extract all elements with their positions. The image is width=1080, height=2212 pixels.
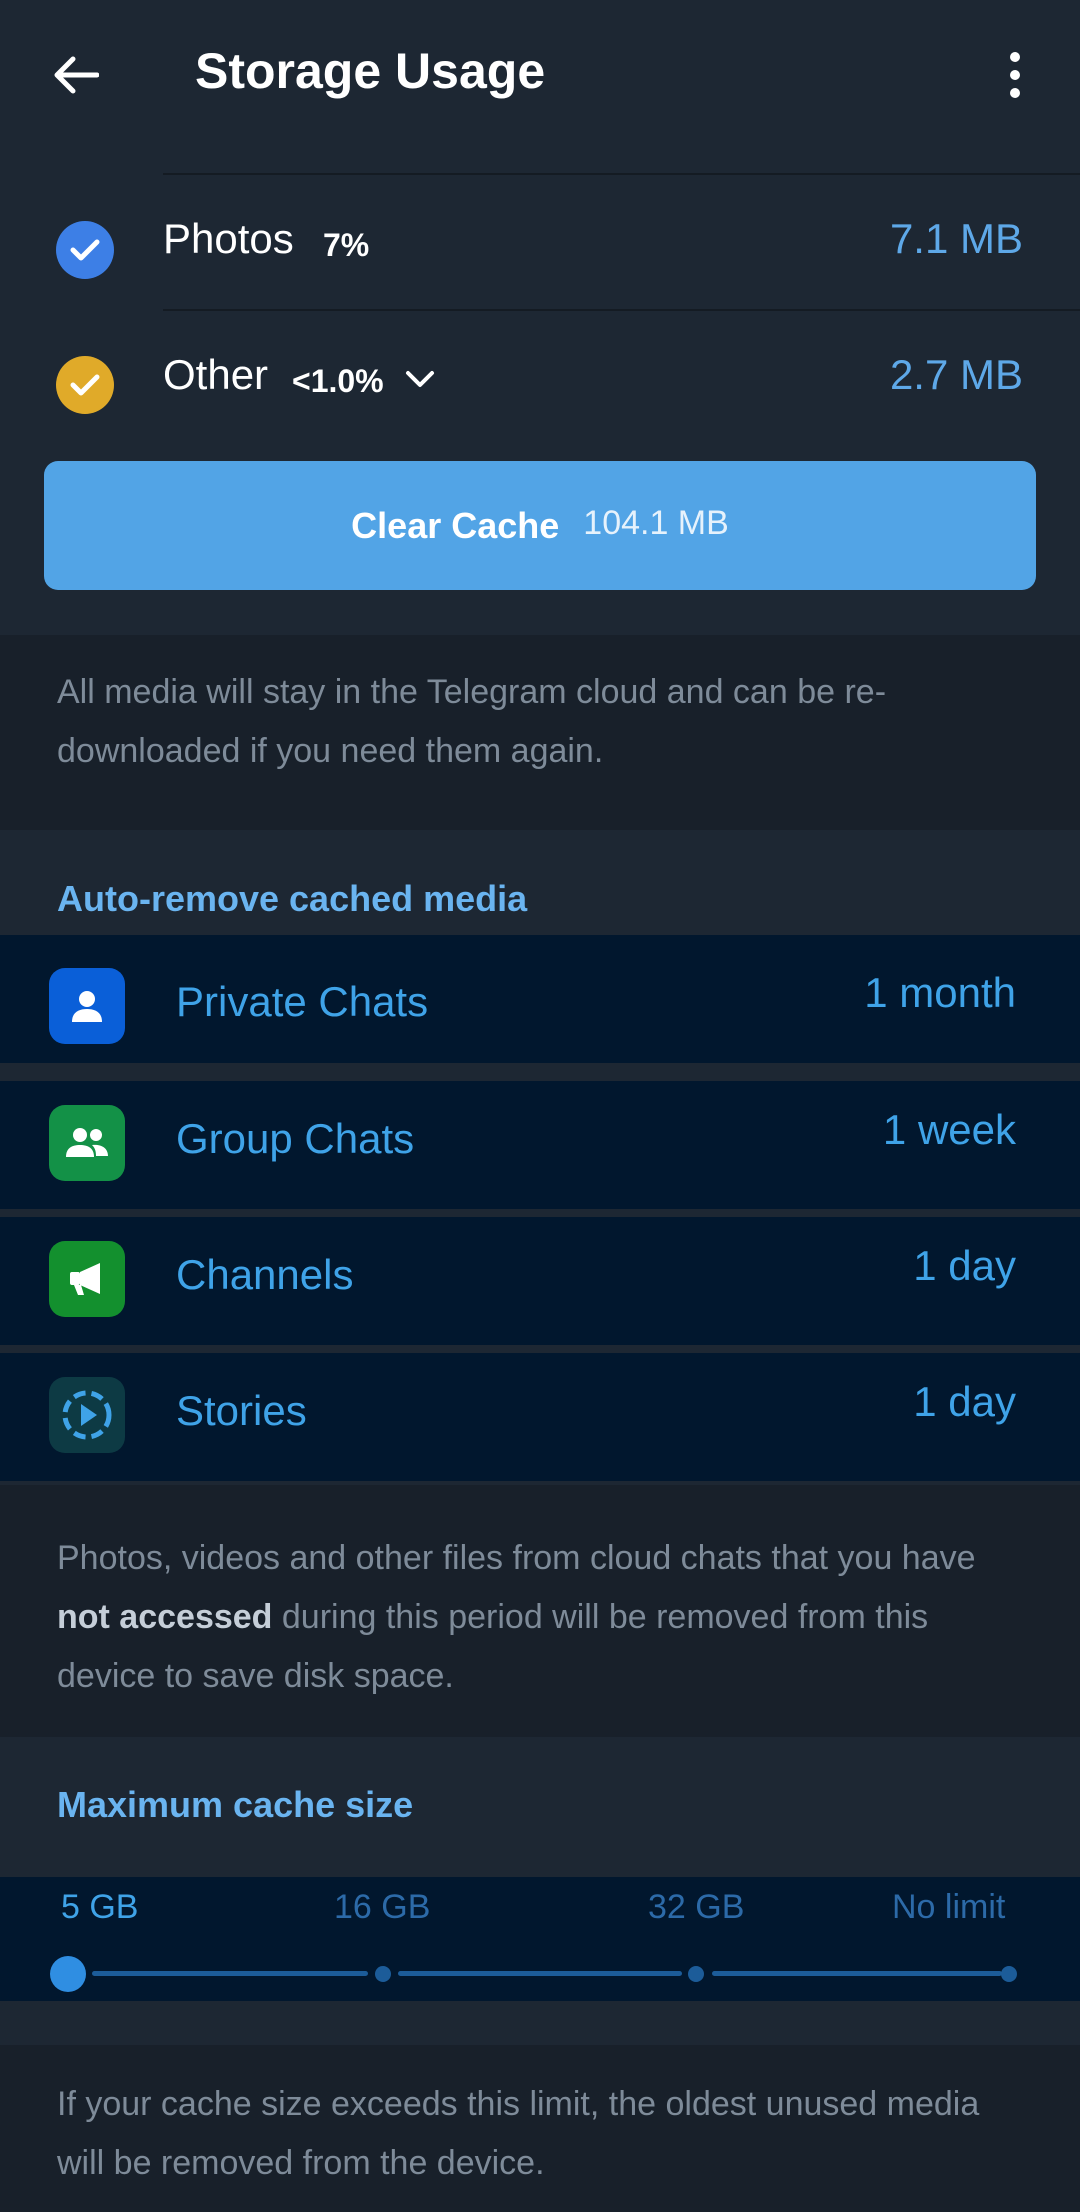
checkbox-photos[interactable] [56, 221, 114, 279]
category-percent: 7% [323, 227, 370, 263]
slider-track [398, 1971, 682, 1976]
category-size: 7.1 MB [889, 215, 1023, 262]
auto-remove-row-channels[interactable]: Channels 1 day [0, 1217, 1080, 1345]
max-cache-info-section: If your cache size exceeds this limit, t… [0, 2045, 1080, 2212]
auto-remove-label: Group Chats [176, 1115, 415, 1162]
slider-stop-32gb[interactable] [688, 1966, 704, 1982]
more-vertical-icon [1010, 52, 1020, 98]
auto-remove-value: 1 day [913, 1378, 1016, 1425]
auto-remove-label: Channels [176, 1251, 354, 1298]
auto-remove-row-private-chats[interactable]: Private Chats 1 month [0, 935, 1080, 1063]
max-cache-header: Maximum cache size [57, 1784, 414, 1825]
cloud-info-text: All media will stay in the Telegram clou… [57, 673, 887, 770]
back-button[interactable] [40, 40, 110, 110]
person-icon [49, 968, 125, 1044]
auto-remove-info-text: Photos, videos and other files from clou… [57, 1539, 976, 1695]
category-name: Photos [163, 215, 294, 262]
category-name: Other [163, 351, 269, 398]
slider-stop-16gb[interactable] [375, 1966, 391, 1982]
slider-option-label[interactable]: No limit [892, 1888, 1005, 1927]
slider-option-label[interactable]: 5 GB [61, 1888, 138, 1927]
megaphone-icon [49, 1241, 125, 1317]
checkbox-other[interactable] [56, 356, 114, 414]
clear-cache-button[interactable]: Clear Cache 104.1 MB [44, 461, 1036, 590]
checkmark-icon [70, 374, 100, 396]
category-row-other[interactable]: Other <1.0% 2.7 MB [0, 311, 1080, 445]
max-cache-info-text: If your cache size exceeds this limit, t… [57, 2085, 980, 2182]
page-title: Storage Usage [195, 43, 546, 99]
slider-track [712, 1971, 1002, 1976]
auto-remove-header: Auto-remove cached media [57, 878, 528, 919]
group-icon [49, 1105, 125, 1181]
slider-track [92, 1971, 368, 1976]
category-size: 2.7 MB [889, 351, 1023, 398]
auto-remove-row-group-chats[interactable]: Group Chats 1 week [0, 1081, 1080, 1209]
auto-remove-label: Stories [176, 1387, 307, 1434]
checkmark-icon [70, 239, 100, 261]
auto-remove-value: 1 day [913, 1242, 1016, 1289]
auto-remove-value: 1 week [882, 1106, 1016, 1153]
auto-remove-row-stories[interactable]: Stories 1 day [0, 1353, 1080, 1481]
auto-remove-info-section: Photos, videos and other files from clou… [0, 1485, 1080, 1737]
slider-thumb[interactable] [50, 1956, 86, 1992]
slider-option-label[interactable]: 16 GB [334, 1888, 430, 1927]
chevron-down-icon[interactable] [405, 369, 435, 389]
stories-icon [49, 1377, 125, 1453]
slider-option-label[interactable]: 32 GB [648, 1888, 744, 1927]
more-options-button[interactable] [980, 40, 1050, 110]
category-row-photos[interactable]: Photos 7% 7.1 MB [0, 175, 1080, 309]
clear-cache-size: 104.1 MB [583, 504, 729, 542]
auto-remove-label: Private Chats [176, 978, 429, 1025]
category-percent: <1.0% [292, 363, 384, 399]
arrow-left-icon [54, 56, 99, 94]
auto-remove-value: 1 month [864, 969, 1016, 1016]
slider-stop-no-limit[interactable] [1001, 1966, 1017, 1982]
clear-cache-label: Clear Cache [351, 504, 560, 546]
cloud-info-section: All media will stay in the Telegram clou… [0, 635, 1080, 830]
